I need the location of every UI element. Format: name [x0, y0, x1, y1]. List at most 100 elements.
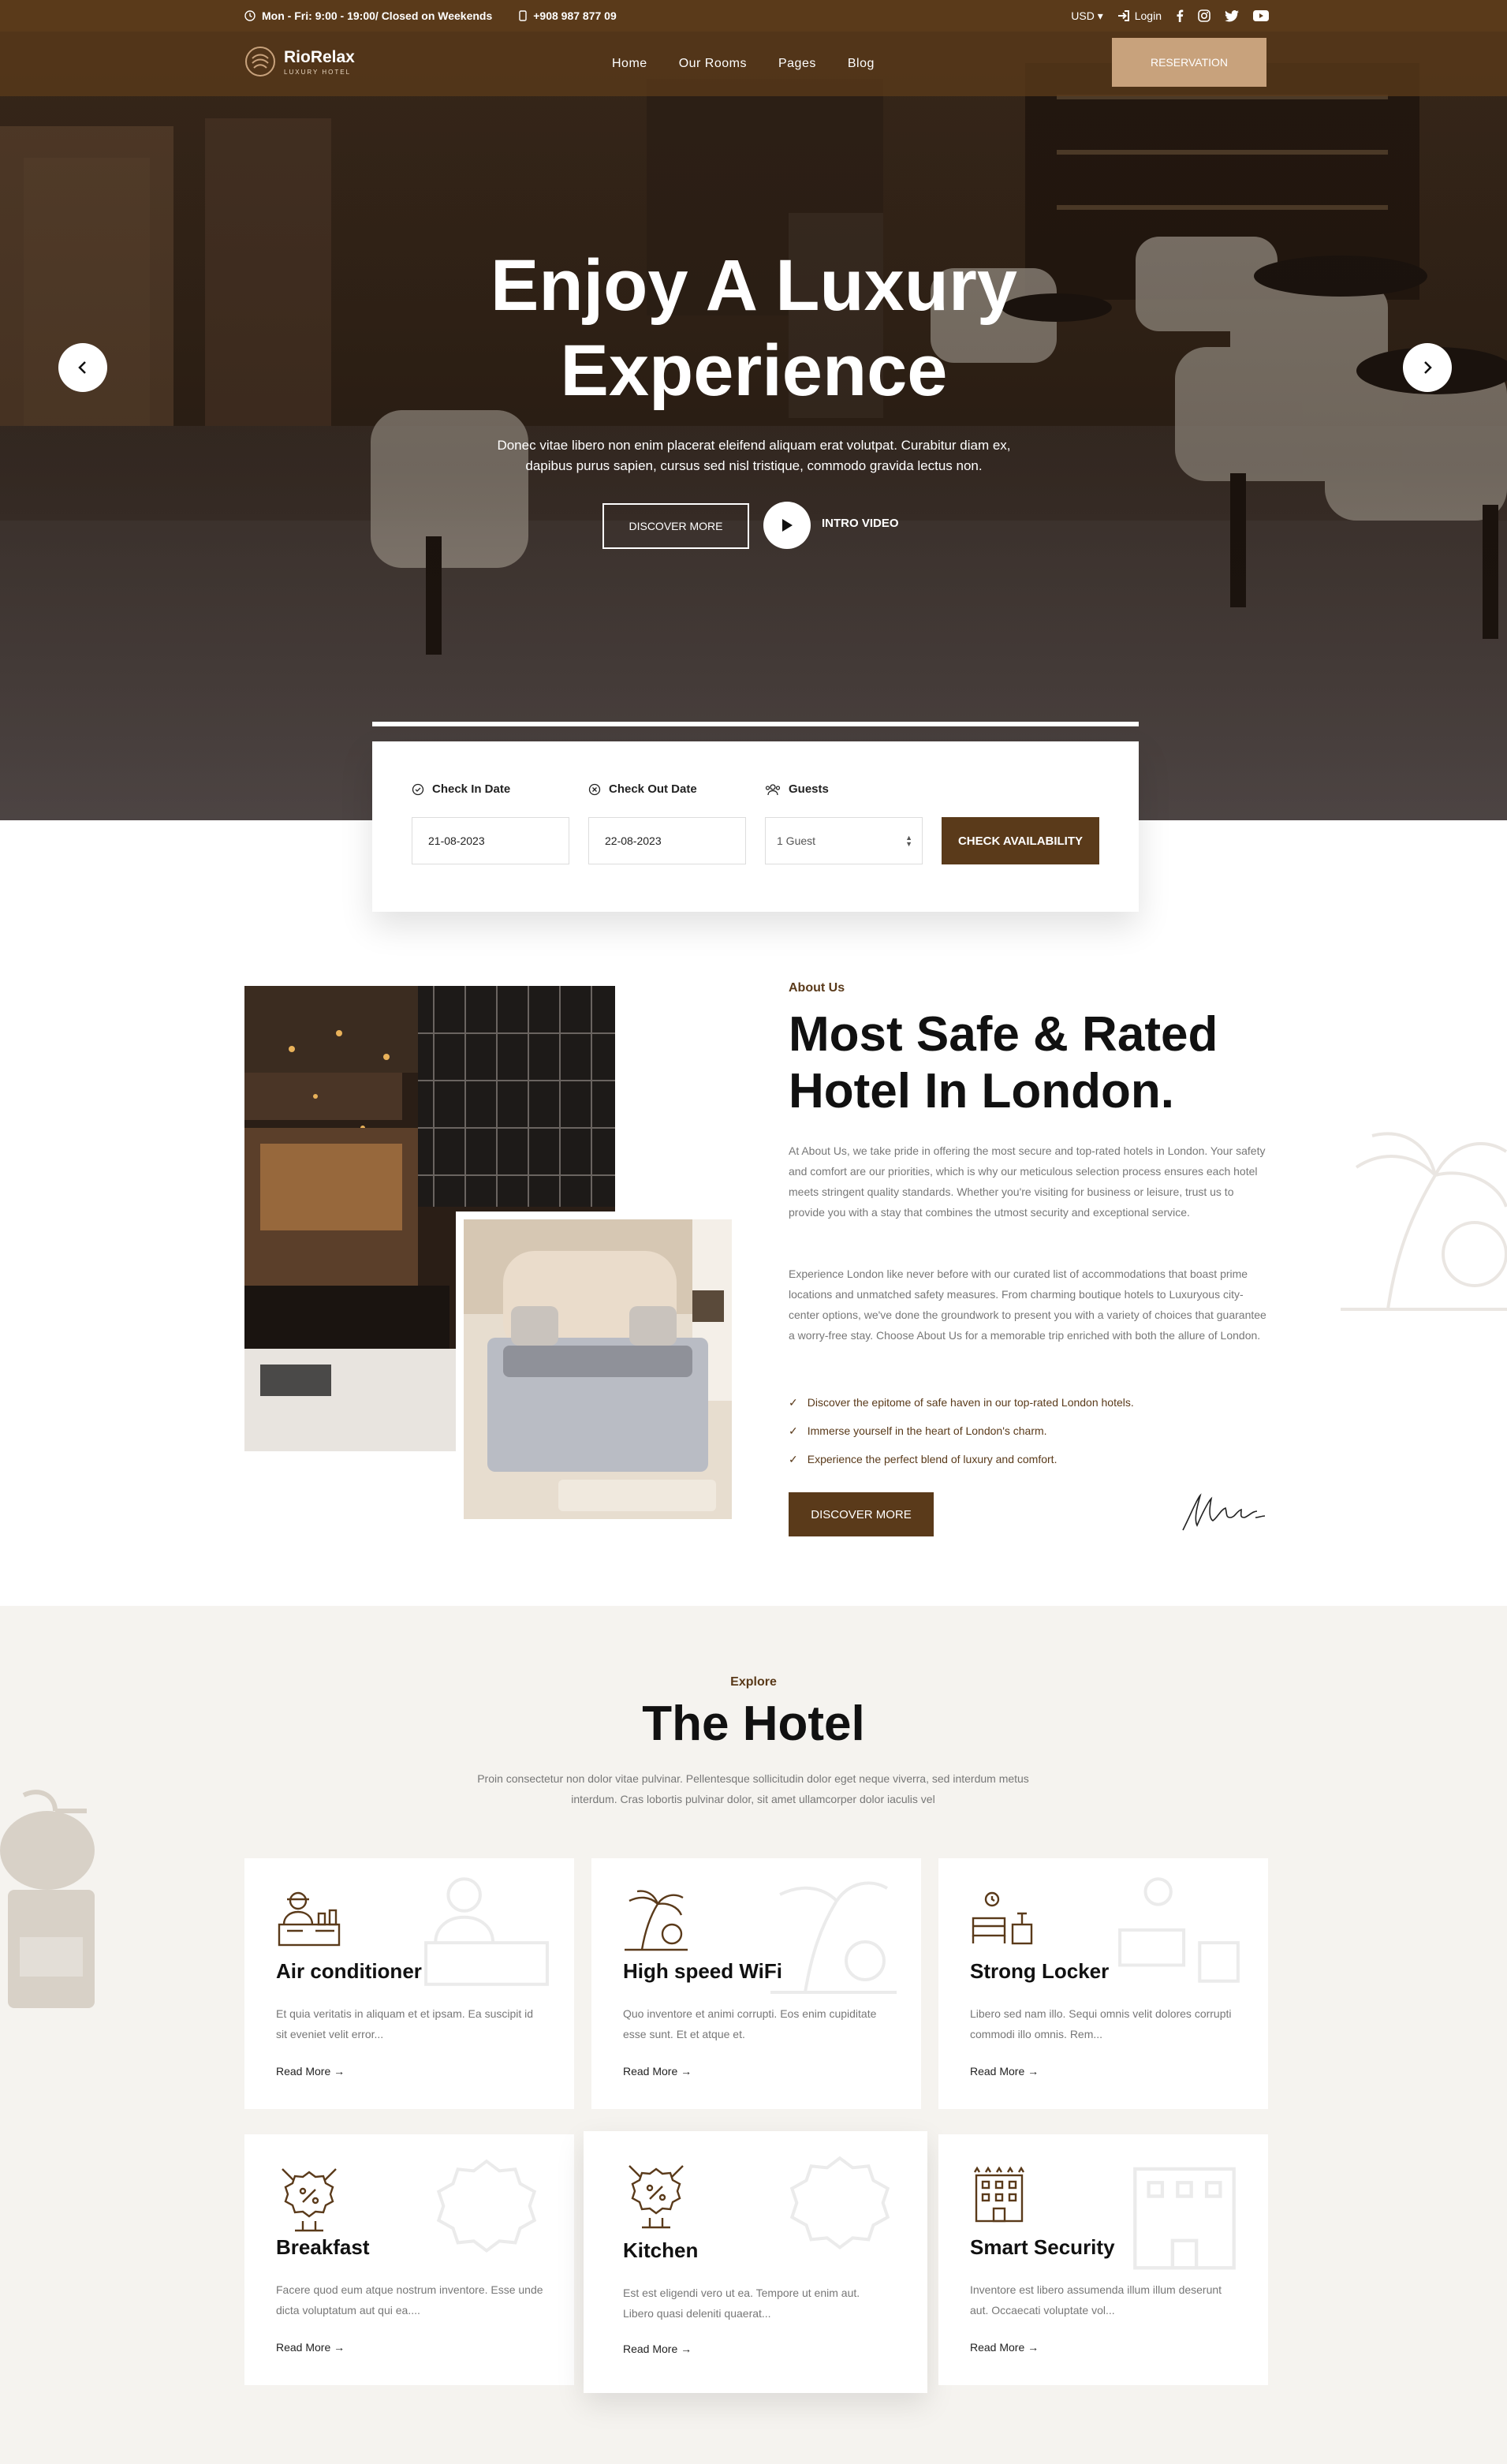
youtube-icon[interactable]: [1253, 10, 1269, 21]
hours-text: Mon - Fri: 9:00 - 19:00/ Closed on Weeke…: [262, 9, 493, 22]
signature-image: [1182, 1493, 1266, 1531]
list-item: ✓ Experience the perfect blend of luxury …: [789, 1445, 1134, 1473]
sort-arrows-icon: ▲ ▼: [905, 834, 912, 848]
feature-card[interactable]: Kitchen Est est eligendi vero ut ea. Tem…: [584, 2131, 927, 2393]
facebook-icon[interactable]: [1176, 9, 1184, 22]
hero-overlay: [0, 32, 1507, 820]
arrow-right-icon: →: [681, 2343, 692, 2355]
checkout-date-input[interactable]: [588, 817, 746, 864]
arrow-right-icon: →: [334, 2065, 345, 2078]
check-circle-icon: [412, 783, 424, 795]
nav-menu: Home Our Rooms Pages Blog: [612, 32, 875, 96]
feature-card-text: Est est eligendi vero ut ea. Tempore ut …: [623, 2287, 860, 2320]
play-video-button[interactable]: [763, 502, 811, 549]
read-more-link[interactable]: Read More →: [623, 2343, 692, 2355]
checkin-label-text: Check In Date: [432, 782, 511, 796]
feature-card[interactable]: Breakfast Facere quod eum atque nostrum …: [244, 2134, 574, 2385]
nav-pages[interactable]: Pages: [778, 57, 816, 71]
hero-title: Enjoy A Luxury Experience: [360, 243, 1148, 413]
feature-card-title: Strong Locker: [970, 1959, 1110, 1983]
nav-our-rooms[interactable]: Our Rooms: [679, 57, 747, 71]
read-more-label: Read More: [970, 2065, 1025, 2078]
check-availability-button[interactable]: CHECK AVAILABILITY: [942, 817, 1099, 864]
feature-card-title: High speed WiFi: [623, 1959, 782, 1983]
twitter-icon[interactable]: [1225, 9, 1239, 22]
phone-icon: [519, 10, 527, 21]
read-more-link[interactable]: Read More →: [276, 2341, 345, 2354]
chevron-right-icon: [1424, 361, 1432, 374]
about-title-line1: Most Safe & Rated: [789, 1007, 1218, 1062]
phone-contact[interactable]: +908 987 877 09: [519, 9, 617, 22]
hero-section: RioRelax LUXURY HOTEL Home Our Rooms Pag…: [0, 32, 1507, 820]
bedroom-clock-icon: [972, 1891, 1033, 1945]
feature-card[interactable]: High speed WiFi Quo inventore et animi c…: [591, 1858, 921, 2109]
opening-hours: Mon - Fri: 9:00 - 19:00/ Closed on Weeke…: [244, 9, 492, 22]
discount-badge-icon: [629, 2165, 684, 2229]
explore-tag: Explore: [730, 1675, 777, 1689]
feature-card-title: Smart Security: [970, 2235, 1115, 2259]
bedroom-ghost-icon: [1118, 1877, 1240, 1983]
logo-mark-icon: [245, 47, 275, 77]
brand-name: RioRelax: [284, 47, 355, 66]
guests-label-text: Guests: [789, 782, 829, 796]
feature-card-text: Facere quod eum atque nostrum inventore.…: [276, 2283, 543, 2317]
list-item: ✓ Immerse yourself in the heart of London…: [789, 1417, 1134, 1445]
login-label: Login: [1134, 9, 1162, 22]
hero-description-line1: Donec vitae libero non enim placerat ele…: [497, 438, 1011, 453]
nav-blog[interactable]: Blog: [848, 57, 875, 71]
checkout-label: Check Out Date: [588, 782, 697, 796]
login-link[interactable]: Login: [1117, 9, 1162, 22]
about-paragraph-2: Experience London like never before with…: [789, 1267, 1266, 1342]
feature-card[interactable]: Strong Locker Libero sed nam illo. Sequi…: [938, 1858, 1268, 2109]
read-more-link[interactable]: Read More →: [970, 2341, 1039, 2354]
hero-title-line1: Enjoy A Luxury: [491, 245, 1017, 326]
read-more-label: Read More: [623, 2065, 678, 2078]
about-discover-button[interactable]: DISCOVER MORE: [789, 1492, 934, 1536]
discount-badge-icon: [282, 2168, 337, 2232]
guests-select-value: 1 Guest: [777, 834, 816, 847]
arrow-right-icon: →: [681, 2065, 692, 2078]
about-title-line2: Hotel In London.: [789, 1064, 1175, 1118]
receptionist-ghost-icon: [424, 1877, 549, 1986]
clock-icon: [244, 10, 256, 21]
guests-select[interactable]: 1 Guest ▲ ▼: [765, 817, 923, 864]
explore-description: Proin consectetur non dolor vitae pulvin…: [438, 1768, 1069, 1809]
top-bar: Mon - Fri: 9:00 - 19:00/ Closed on Weeke…: [0, 0, 1507, 32]
read-more-link[interactable]: Read More →: [276, 2065, 345, 2078]
feature-card[interactable]: Smart Security Inventore est libero assu…: [938, 2134, 1268, 2385]
slider-next-button[interactable]: [1403, 343, 1452, 392]
nav-home[interactable]: Home: [612, 57, 647, 71]
checkin-date-input[interactable]: [412, 817, 569, 864]
about-title: Most Safe & Rated Hotel In London.: [789, 1006, 1293, 1120]
explore-description-line1: Proin consectetur non dolor vitae pulvin…: [477, 1772, 1029, 1785]
currency-label: USD: [1071, 9, 1095, 22]
explore-description-line2: interdum. Cras lobortis pulvinar dolor, …: [571, 1793, 935, 1805]
read-more-link[interactable]: Read More →: [970, 2065, 1039, 2078]
checkin-label: Check In Date: [412, 782, 510, 796]
feature-card-text: Quo inventore et animi corrupti. Eos eni…: [623, 2007, 877, 2040]
arrow-right-icon: →: [1028, 2341, 1039, 2354]
instagram-icon[interactable]: [1198, 9, 1210, 22]
x-circle-icon: [588, 783, 601, 795]
main-navbar: RioRelax LUXURY HOTEL Home Our Rooms Pag…: [0, 32, 1507, 96]
booking-form: Check In Date Check Out Date Guests 1 Gu…: [372, 741, 1139, 912]
play-icon: [782, 519, 793, 532]
arrow-right-icon: →: [1028, 2065, 1039, 2078]
explore-title: The Hotel: [642, 1697, 865, 1751]
check-icon: ✓: [789, 1452, 798, 1465]
list-item-text: Immerse yourself in the heart of London'…: [807, 1424, 1047, 1437]
brand-tagline: LUXURY HOTEL: [284, 68, 352, 76]
caret-down-icon: ▾: [1097, 9, 1103, 22]
slider-prev-button[interactable]: [58, 343, 107, 392]
checkout-label-text: Check Out Date: [609, 782, 697, 796]
brand-logo[interactable]: RioRelax LUXURY HOTEL: [244, 46, 355, 77]
phone-text: +908 987 877 09: [533, 9, 617, 22]
feature-card-text: Et quia veritatis in aliquam et et ipsam…: [276, 2007, 534, 2040]
hero-discover-button[interactable]: DISCOVER MORE: [602, 503, 749, 549]
read-more-link[interactable]: Read More →: [623, 2065, 692, 2078]
currency-select[interactable]: USD ▾: [1071, 9, 1102, 23]
feature-card[interactable]: Air conditioner Et quia veritatis in ali…: [244, 1858, 574, 2109]
intro-video-link[interactable]: INTRO VIDEO: [822, 517, 899, 530]
hero-description: Donec vitae libero non enim placerat ele…: [438, 435, 1069, 476]
reservation-button[interactable]: RESERVATION: [1112, 38, 1266, 87]
